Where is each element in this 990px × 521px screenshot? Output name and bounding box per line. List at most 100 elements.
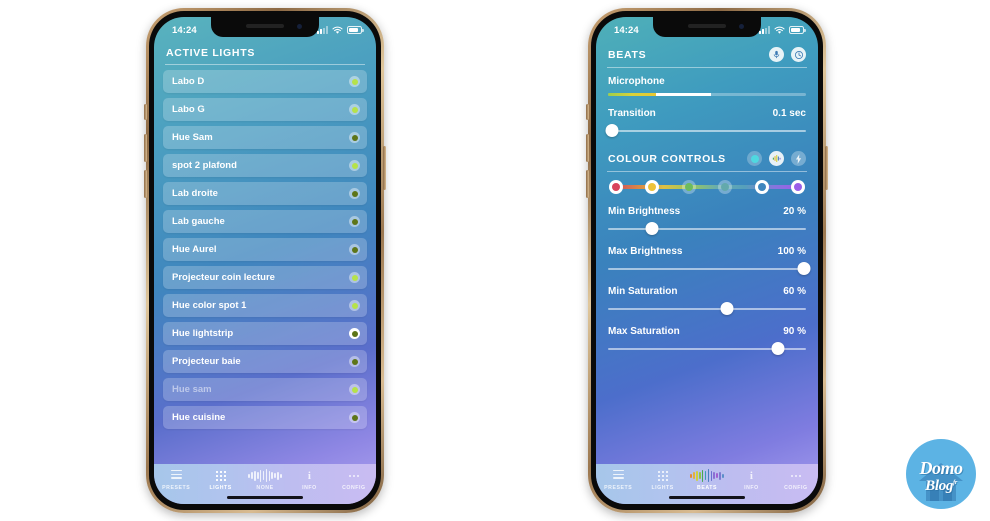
light-toggle-dot[interactable] (349, 384, 360, 395)
light-toggle-dot[interactable] (349, 104, 360, 115)
waveform-icon[interactable] (769, 151, 784, 166)
value-slider[interactable] (608, 302, 806, 315)
tab-lights[interactable]: LIGHTS (640, 469, 684, 491)
tab-presets[interactable]: PRESETS (596, 469, 640, 491)
slider-knob[interactable] (797, 262, 811, 275)
volume-down-button[interactable] (144, 170, 147, 198)
tab-label: LIGHTS (651, 485, 674, 491)
tab-info[interactable]: i INFO (287, 469, 331, 492)
waveform-icon (690, 469, 724, 482)
watermark-text: Domo Blogfr (906, 439, 976, 509)
tab-config[interactable]: CONFIG (332, 469, 376, 491)
power-button[interactable] (825, 146, 828, 190)
light-row[interactable]: Hue color spot 1 (163, 294, 367, 317)
value-slider[interactable] (608, 262, 811, 275)
slider-label: Min Brightness (608, 206, 681, 217)
tab-none[interactable]: NONE (243, 469, 287, 491)
light-name: spot 2 plafond (172, 160, 237, 171)
transition-slider[interactable] (605, 124, 806, 137)
signal-bars-icon (759, 26, 770, 34)
info-icon: i (307, 469, 311, 482)
meter-segment-peak (655, 93, 711, 96)
beats-sliders: Min Brightness 20 % Max Brightness 100 % Min… (605, 206, 811, 355)
slider-knob[interactable] (720, 302, 734, 315)
screen-right: 14:24 BEATS Microphone Transition 0.1 se… (596, 17, 818, 504)
light-toggle-dot[interactable] (349, 300, 360, 311)
clock-icon[interactable] (791, 47, 806, 62)
light-row[interactable]: Lab droite (163, 182, 367, 205)
light-row[interactable]: Projecteur coin lecture (163, 266, 367, 289)
slider-row: Min Saturation 60 % (605, 286, 809, 297)
power-button[interactable] (383, 146, 386, 190)
tab-beats[interactable]: BEATS (685, 469, 729, 491)
light-row[interactable]: Hue lightstrip (163, 322, 367, 345)
mute-switch[interactable] (144, 104, 147, 120)
colour-swatch-fill (684, 183, 693, 191)
tab-label: CONFIG (784, 485, 808, 491)
light-name: Hue sam (172, 384, 212, 395)
slider-track (608, 228, 806, 230)
slider-knob[interactable] (771, 342, 785, 355)
slider-label: Max Saturation (608, 326, 680, 337)
light-name: Hue cuisine (172, 412, 226, 423)
tab-label: INFO (744, 485, 759, 491)
light-toggle-dot[interactable] (349, 160, 360, 171)
tab-config[interactable]: CONFIG (774, 469, 818, 491)
colour-controls-divider (607, 171, 807, 172)
colour-swatch[interactable] (645, 180, 660, 194)
light-toggle-dot[interactable] (349, 76, 360, 87)
home-indicator[interactable] (227, 495, 303, 499)
light-row[interactable]: Hue sam (163, 378, 367, 401)
slider-track (608, 130, 806, 132)
ellipsis-icon (790, 474, 801, 477)
light-row[interactable]: spot 2 plafond (163, 154, 367, 177)
light-row[interactable]: Hue cuisine (163, 406, 367, 429)
light-toggle-dot[interactable] (349, 188, 360, 199)
microphone-icon[interactable] (769, 47, 784, 62)
tab-label: PRESETS (162, 485, 191, 491)
light-toggle-dot[interactable] (349, 216, 360, 227)
mute-switch[interactable] (586, 104, 589, 120)
volume-down-button[interactable] (586, 170, 589, 198)
light-row[interactable]: Lab gauche (163, 210, 367, 233)
colour-gradient-bar (613, 185, 801, 189)
slider-knob[interactable] (645, 222, 659, 235)
phone-left: 14:24 ACTIVE LIGHTS Labo D Labo G Hue Sa… (144, 8, 386, 513)
tab-info[interactable]: i INFO (729, 469, 773, 492)
screenshot-stage: 14:24 ACTIVE LIGHTS Labo D Labo G Hue Sa… (0, 0, 990, 521)
colour-dot-icon[interactable] (747, 151, 762, 166)
microphone-level-meter (608, 93, 806, 96)
lightning-icon[interactable] (791, 151, 806, 166)
light-toggle-dot[interactable] (349, 412, 360, 423)
colour-swatch[interactable] (754, 180, 769, 194)
colour-swatch[interactable] (718, 180, 733, 194)
light-toggle-dot[interactable] (349, 132, 360, 143)
light-toggle-dot[interactable] (349, 244, 360, 255)
colour-swatch[interactable] (681, 180, 696, 194)
light-row[interactable]: Labo G (163, 98, 367, 121)
light-toggle-dot[interactable] (349, 328, 360, 339)
slider-knob[interactable] (605, 124, 619, 137)
value-slider[interactable] (608, 222, 806, 235)
volume-up-button[interactable] (586, 134, 589, 162)
watermark-line1: Domo (919, 458, 964, 478)
beats-content: BEATS Microphone Transition 0.1 sec COLO… (596, 39, 818, 464)
light-row[interactable]: Labo D (163, 70, 367, 93)
colour-swatch[interactable] (791, 180, 805, 194)
value-slider[interactable] (608, 342, 806, 355)
tab-lights[interactable]: LIGHTS (198, 469, 242, 491)
volume-up-button[interactable] (144, 134, 147, 162)
tab-presets[interactable]: PRESETS (154, 469, 198, 491)
colour-swatch[interactable] (609, 180, 623, 194)
light-row[interactable]: Projecteur baie (163, 350, 367, 373)
light-name: Lab gauche (172, 216, 225, 227)
hamburger-icon (612, 469, 624, 481)
light-toggle-dot[interactable] (349, 272, 360, 283)
light-row[interactable]: Hue Sam (163, 126, 367, 149)
slider-row: Min Brightness 20 % (605, 206, 809, 217)
home-indicator[interactable] (669, 495, 745, 499)
light-toggle-dot[interactable] (349, 356, 360, 367)
slider-label: Min Saturation (608, 286, 678, 297)
light-row[interactable]: Hue Aurel (163, 238, 367, 261)
slider-group: Max Saturation 90 % (605, 326, 809, 355)
